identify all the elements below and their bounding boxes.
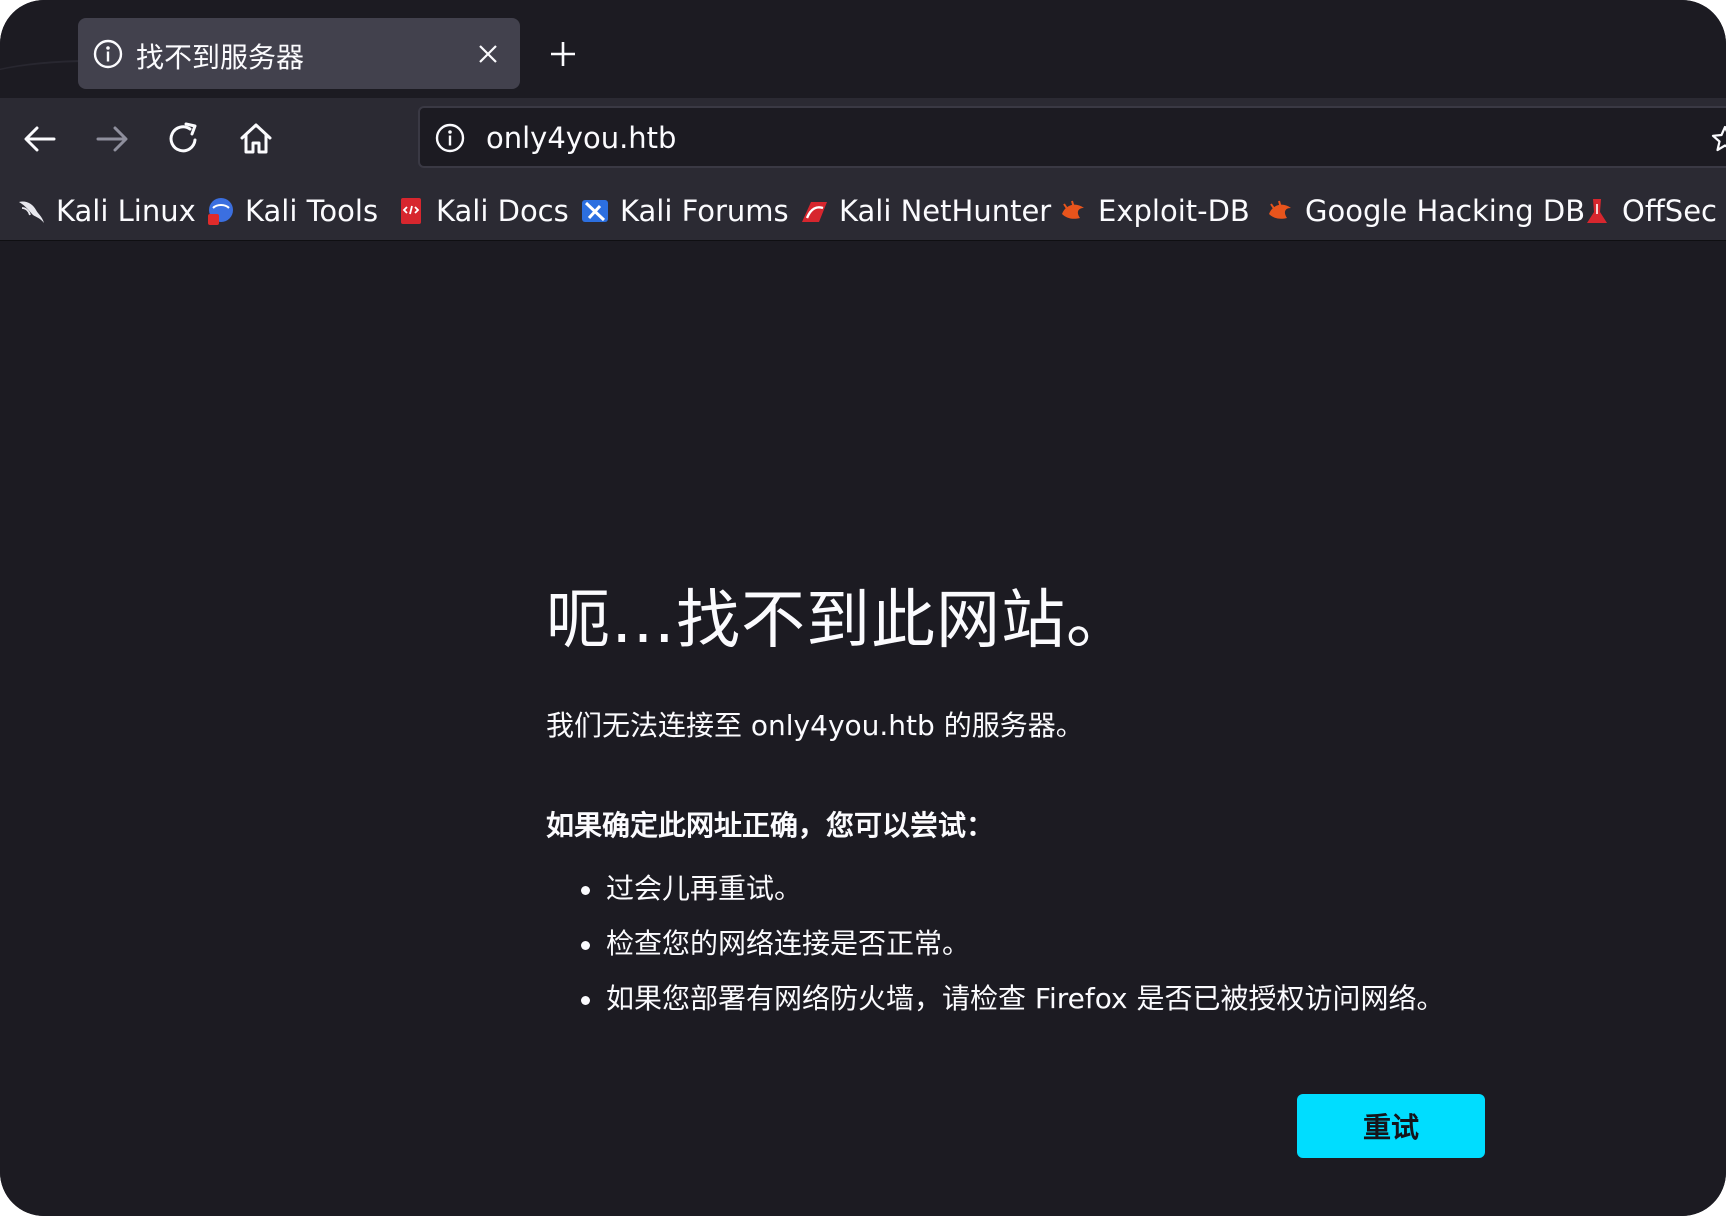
- list-item: 过会儿再重试。: [546, 861, 1444, 916]
- list-item: 检查您的网络连接是否正常。: [546, 916, 1444, 971]
- url-bar[interactable]: only4you.htb: [418, 106, 1726, 168]
- home-icon[interactable]: [236, 119, 276, 159]
- kali-dragon-icon: [19, 201, 44, 223]
- kali-forums-icon: [582, 200, 608, 222]
- retry-button[interactable]: 重试: [1297, 1094, 1485, 1158]
- bookmark-label: Kali Docs: [436, 194, 569, 228]
- bookmark-label: Kali NetHunter: [839, 194, 1052, 228]
- offsec-icon: [1587, 199, 1607, 223]
- navigation-toolbar: only4you.htb: [0, 98, 1726, 180]
- google-hacking-db-icon: [1269, 200, 1291, 219]
- error-description: 我们无法连接至 only4you.htb 的服务器。: [546, 709, 1084, 742]
- exploit-db-icon: [1062, 200, 1084, 219]
- kali-nethunter-icon: [802, 202, 827, 222]
- bookmarks-toolbar: Kali Linux Kali Tools Kali Docs Kali For…: [0, 180, 1726, 241]
- bookmark-label: Kali Linux: [56, 194, 196, 228]
- suggestion-text: 检查您的网络连接是否正常。: [606, 927, 971, 960]
- bookmark-label: Google Hacking DB: [1305, 194, 1586, 228]
- bookmark-label: Kali Tools: [245, 194, 379, 228]
- error-page: 呃…找不到此网站。 我们无法连接至 only4you.htb 的服务器。 如果确…: [0, 241, 1726, 1216]
- bullet: [581, 941, 590, 950]
- url-text[interactable]: only4you.htb: [486, 121, 676, 155]
- bullet: [581, 886, 590, 895]
- list-item: 如果您部署有网络防火墙，请检查 Firefox 是否已被授权访问网络。: [546, 971, 1444, 1026]
- info-icon[interactable]: [434, 122, 466, 154]
- plus-icon[interactable]: [549, 40, 577, 68]
- error-title: 呃…找不到此网站。: [546, 584, 1131, 658]
- suggestion-text: 如果您部署有网络防火墙，请检查 Firefox 是否已被授权访问网络。: [606, 982, 1445, 1015]
- tab-strip: 找不到服务器: [0, 0, 1726, 98]
- info-icon: [93, 39, 123, 69]
- bookmark-label: Kali Forums: [620, 194, 789, 228]
- bookmark-label: Exploit-DB: [1098, 194, 1250, 228]
- bullet: [581, 996, 590, 1005]
- kali-docs-icon: [401, 198, 421, 224]
- suggestion-heading: 如果确定此网址正确，您可以尝试：: [546, 809, 995, 842]
- bookmark-label: OffSec: [1622, 194, 1718, 228]
- suggestion-text: 过会儿再重试。: [606, 872, 803, 905]
- suggestion-list: 过会儿再重试。 检查您的网络连接是否正常。 如果您部署有网络防火墙，请检查 Fi…: [546, 861, 1444, 1026]
- reload-icon[interactable]: [164, 119, 204, 159]
- kali-tools-icon: [208, 198, 233, 225]
- back-arrow-icon[interactable]: [20, 119, 60, 159]
- forward-arrow-icon[interactable]: [92, 119, 132, 159]
- close-icon[interactable]: [476, 42, 500, 66]
- star-icon[interactable]: [1710, 124, 1726, 154]
- browser-window: 找不到服务器 only4you.htb Kali Linux Kali Tool…: [0, 0, 1726, 1216]
- active-tab[interactable]: 找不到服务器: [78, 18, 520, 89]
- tab-title: 找不到服务器: [136, 41, 305, 74]
